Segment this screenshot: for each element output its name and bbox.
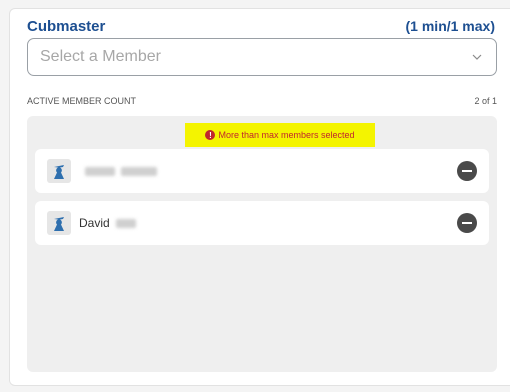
active-member-count-label: ACTIVE MEMBER COUNT <box>27 96 137 106</box>
members-panel: ! More than max members selected David <box>27 116 497 372</box>
member-select-placeholder: Select a Member <box>40 48 161 65</box>
error-banner: ! More than max members selected <box>185 123 375 147</box>
active-member-count-value: 2 of 1 <box>474 96 497 106</box>
redacted-last-name <box>121 166 157 176</box>
member-item: David <box>35 201 489 245</box>
error-message: More than max members selected <box>218 130 355 140</box>
member-name: David <box>79 216 457 230</box>
minus-icon <box>462 170 472 172</box>
chevron-down-icon <box>470 50 484 64</box>
redacted-last-name <box>115 218 136 228</box>
role-card: Cubmaster (1 min/1 max) Select a Member … <box>9 8 510 386</box>
remove-member-button[interactable] <box>457 161 477 181</box>
scout-profile-icon <box>47 211 71 235</box>
minus-icon <box>462 222 472 224</box>
member-select[interactable]: Select a Member <box>27 38 497 76</box>
member-item <box>35 149 489 193</box>
remove-member-button[interactable] <box>457 213 477 233</box>
member-name <box>79 166 457 176</box>
active-member-count-row: ACTIVE MEMBER COUNT 2 of 1 <box>27 96 497 106</box>
role-limit: (1 min/1 max) <box>405 18 495 34</box>
error-icon: ! <box>205 130 216 140</box>
role-header: Cubmaster (1 min/1 max) <box>27 18 495 35</box>
scout-profile-icon <box>47 159 71 183</box>
role-title: Cubmaster <box>27 18 106 35</box>
redacted-first-name <box>85 166 115 176</box>
